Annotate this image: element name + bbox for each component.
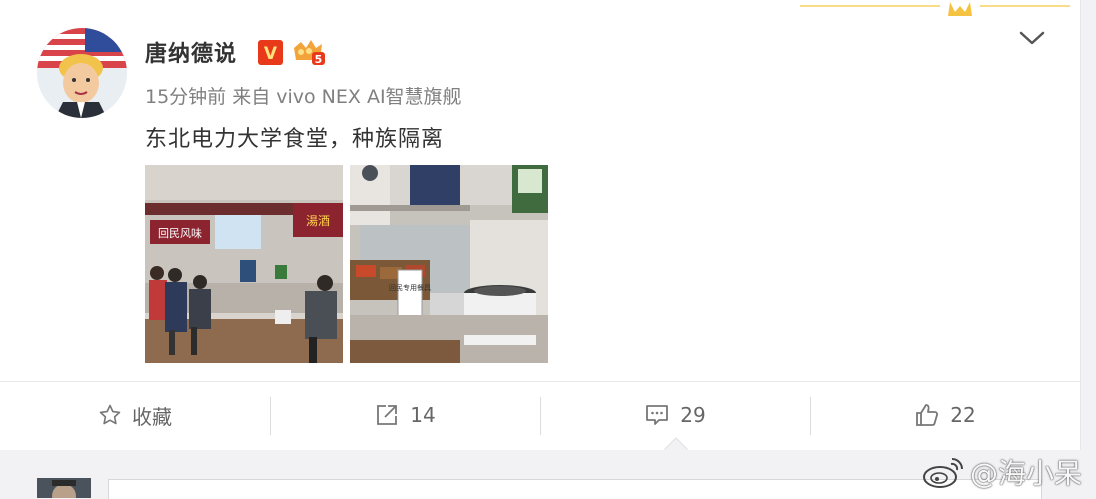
comment-icon: [646, 405, 669, 425]
svg-text:回民专用餐具: 回民专用餐具: [389, 283, 431, 292]
watermark-text: @海小呆: [970, 457, 1083, 490]
star-icon: [99, 404, 121, 425]
like-button[interactable]: 22: [810, 395, 1080, 435]
comment-count: 29: [680, 403, 706, 427]
post-meta: 15分钟前 来自 vivo NEX AI智慧旗舰: [145, 86, 462, 108]
repost-button[interactable]: 14: [270, 395, 540, 435]
weibo-logo-icon: [923, 458, 963, 488]
share-icon: [377, 405, 398, 425]
cafeteria-photo-1: 回民风味 湯酒: [145, 165, 343, 363]
comment-input[interactable]: [108, 479, 1042, 499]
svg-text:回民风味: 回民风味: [158, 227, 202, 240]
chevron-down-icon[interactable]: [1018, 28, 1046, 48]
post-card: 唐纳德说 V 5 15分钟前 来自 vivo NEX AI智慧旗舰 东北电力大学…: [0, 0, 1081, 450]
username[interactable]: 唐纳德说: [145, 36, 237, 68]
favorite-button[interactable]: 收藏: [0, 395, 270, 435]
watermark: @海小呆: [922, 452, 1082, 492]
decorative-banner: [800, 2, 1070, 16]
thumbs-up-icon: [916, 404, 939, 426]
avatar-image: [37, 478, 91, 498]
verified-badge-icon: V: [258, 40, 283, 65]
current-user-avatar[interactable]: [37, 478, 91, 498]
member-level-icon[interactable]: 5: [292, 38, 326, 66]
action-bar-divider: [0, 381, 1080, 382]
favorite-label: 收藏: [132, 404, 172, 429]
repost-count: 14: [410, 403, 436, 427]
cafeteria-photo-2: 回民专用餐具: [350, 165, 548, 363]
like-count: 22: [950, 403, 976, 427]
comment-button[interactable]: 29: [540, 395, 810, 435]
avatar-image: [37, 28, 127, 118]
svg-text:湯酒: 湯酒: [306, 214, 330, 228]
post-photo-1[interactable]: 回民风味 湯酒: [145, 165, 343, 363]
svg-text:5: 5: [315, 53, 323, 66]
user-avatar[interactable]: [37, 28, 127, 118]
post-text: 东北电力大学食堂，种族隔离: [145, 127, 445, 152]
svg-text:V: V: [264, 44, 278, 64]
comment-pointer-caret: [664, 437, 688, 450]
post-photo-2[interactable]: 回民专用餐具: [350, 165, 548, 363]
